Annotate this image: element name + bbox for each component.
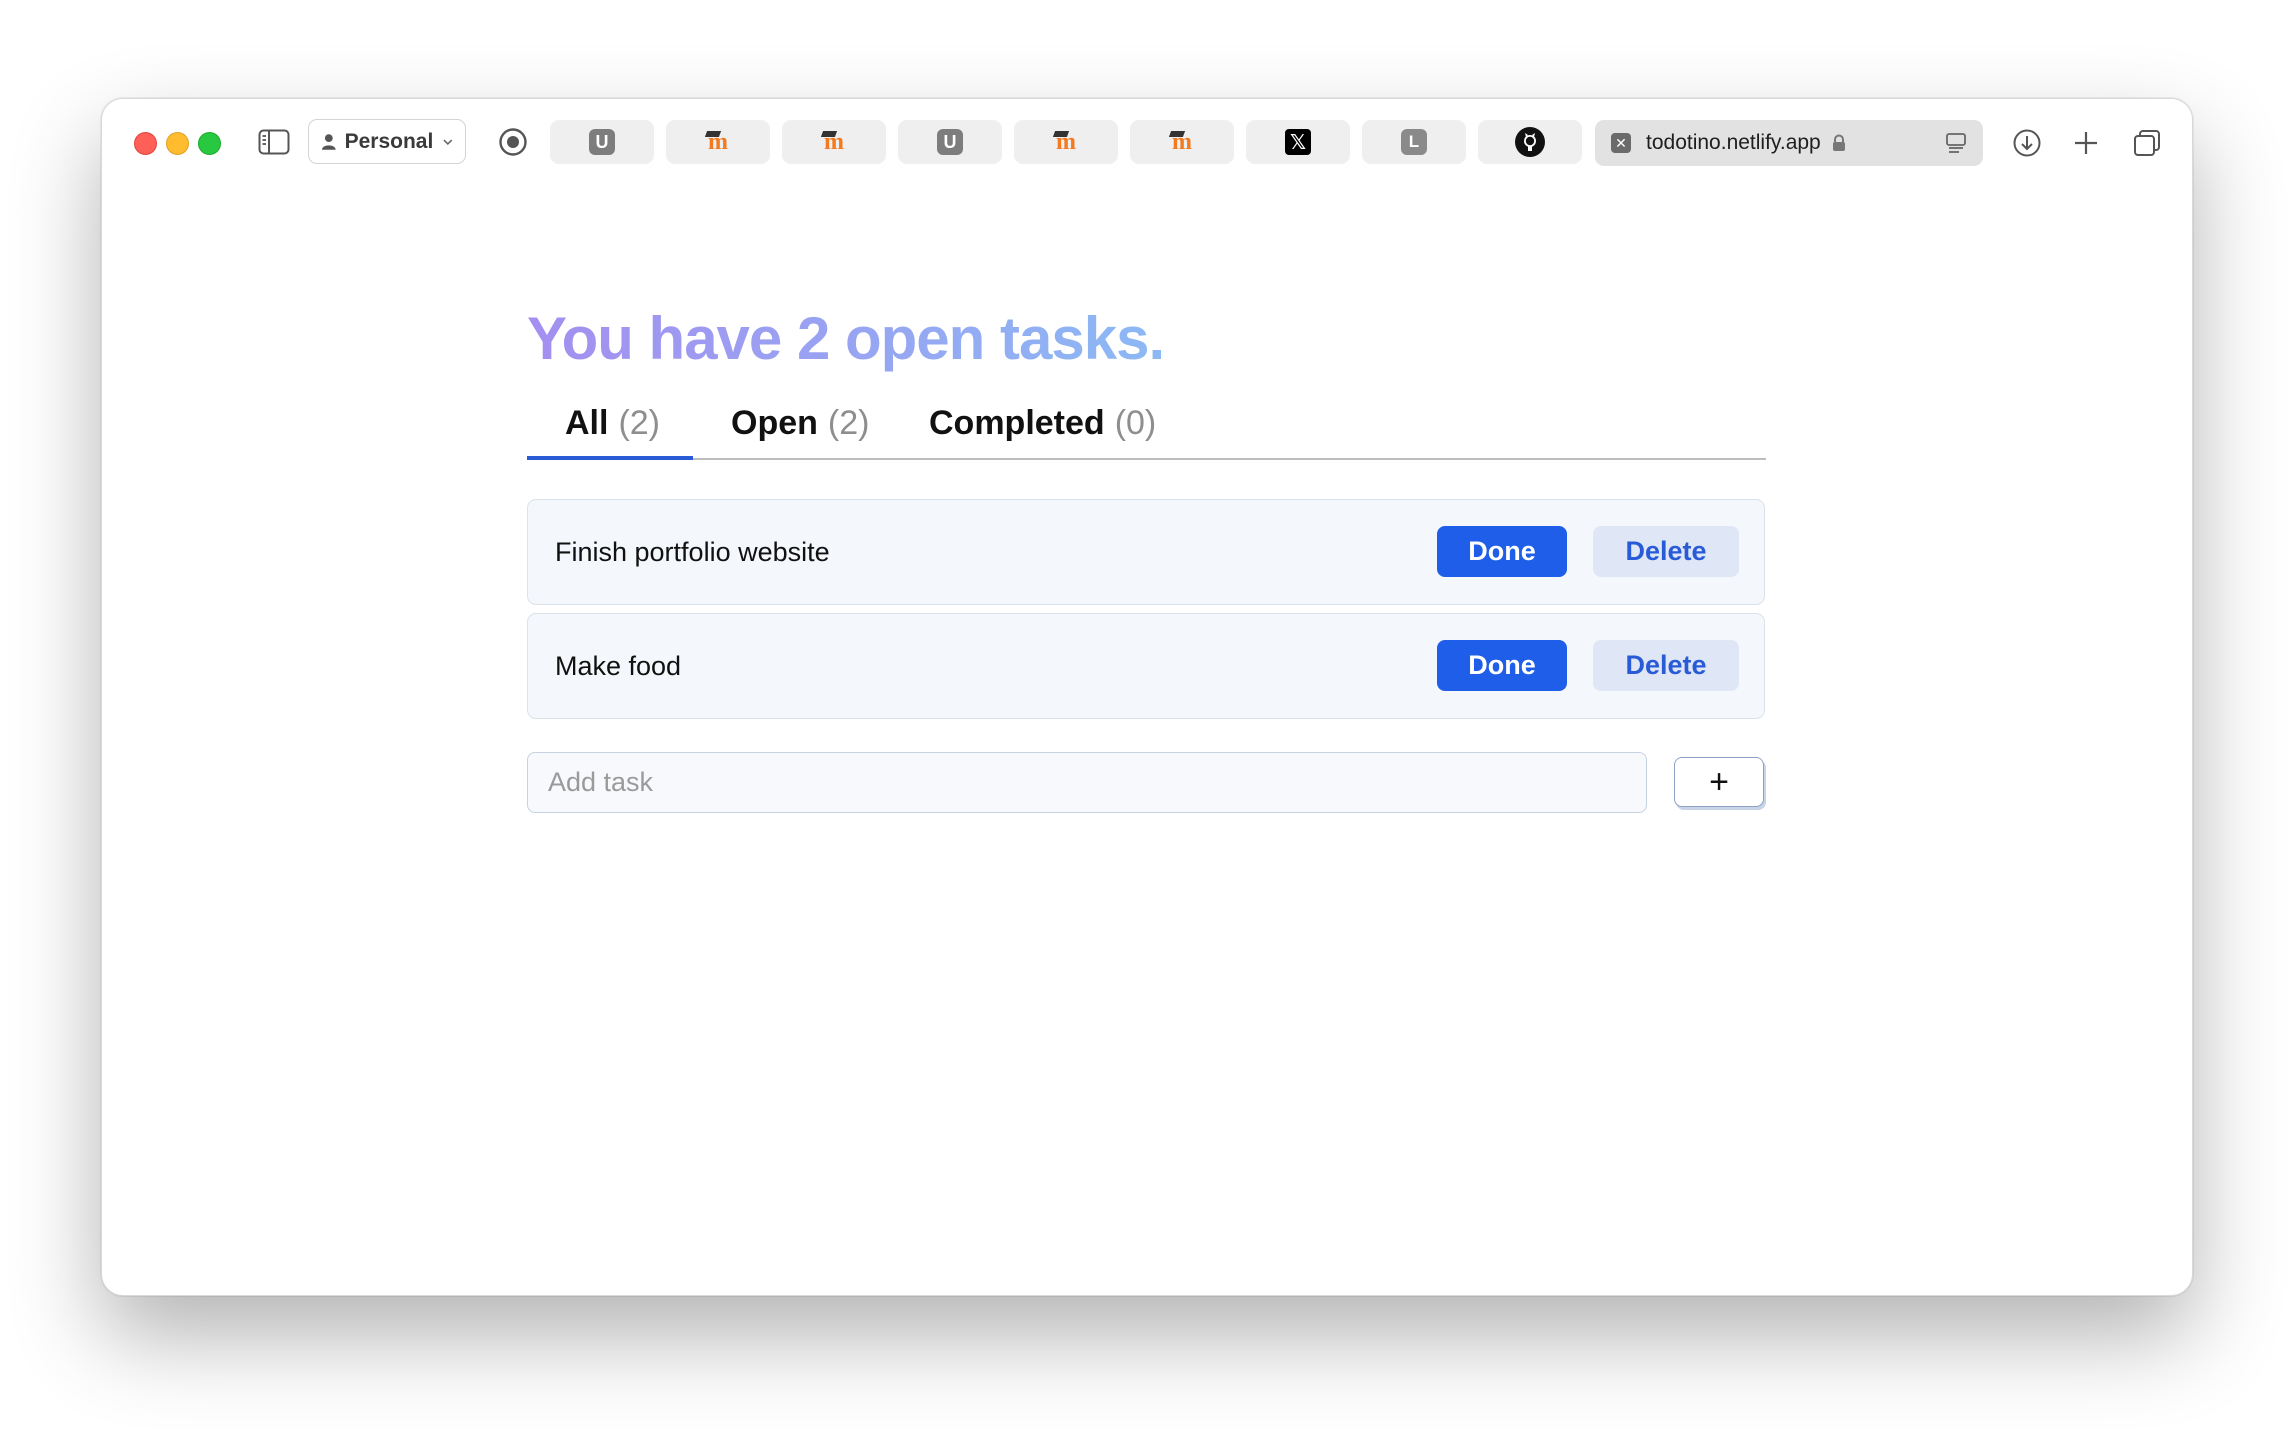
task-item: Make food Done Delete [527,613,1765,719]
page-title: You have 2 open tasks. [527,305,1165,372]
moodle-favicon-icon: m [824,128,844,155]
tab-all-count: (2) [618,404,661,442]
tab-completed[interactable]: Completed (0) [889,396,1169,460]
delete-button[interactable]: Delete [1593,640,1739,691]
zoom-window-button[interactable] [198,132,221,155]
active-tab-address[interactable]: ✕ todotino.netlify.app [1595,120,1983,166]
tab-completed-label: Completed [929,404,1105,442]
reader-mode-icon[interactable] [1945,132,1967,154]
tab-u-1[interactable]: U [550,120,654,164]
tab-github[interactable] [1478,120,1582,164]
task-title: Finish portfolio website [555,536,830,567]
url-text: todotino.netlify.app [1646,131,1821,154]
tab-all-label: All [565,404,609,442]
done-button[interactable]: Done [1437,526,1567,577]
page-content: You have 2 open tasks. All (2) Open (2) Co… [102,189,2192,1295]
task-item: Finish portfolio website Done Delete [527,499,1765,605]
tab-moodle-1[interactable]: m [666,120,770,164]
tab-moodle-2[interactable]: m [782,120,886,164]
tab-open-label: Open [731,404,818,442]
browser-toolbar: Personal U m m U m m 𝕏 L ✕ todotino.netl… [102,99,2192,189]
tab-u-2[interactable]: U [898,120,1002,164]
new-tab-icon[interactable] [2070,127,2102,159]
close-tab-icon[interactable]: ✕ [1611,133,1631,153]
person-icon [321,133,336,150]
moodle-favicon-icon: m [1172,128,1192,155]
download-icon[interactable] [2011,127,2043,159]
minimize-window-button[interactable] [166,132,189,155]
profile-button[interactable]: Personal [308,119,466,164]
tab-l[interactable]: L [1362,120,1466,164]
moodle-favicon-icon: m [1056,128,1076,155]
task-title: Make food [555,650,682,681]
delete-button[interactable]: Delete [1593,526,1739,577]
tab-open[interactable]: Open (2) [693,396,889,460]
lock-icon [1832,134,1845,151]
tab-moodle-4[interactable]: m [1130,120,1234,164]
profile-label: Personal [344,129,434,153]
done-button[interactable]: Done [1437,640,1567,691]
github-icon [1515,127,1545,157]
add-task-button[interactable]: + [1674,757,1764,807]
u-favicon-icon: U [589,129,615,155]
tab-all[interactable]: All (2) [527,396,693,460]
tab-open-count: (2) [827,404,870,442]
tab-x[interactable]: 𝕏 [1246,120,1350,164]
browser-window: Personal U m m U m m 𝕏 L ✕ todotino.netl… [101,98,2193,1296]
tab-moodle-3[interactable]: m [1014,120,1118,164]
sidebar-toggle-icon[interactable] [258,129,290,155]
add-task-input[interactable] [527,752,1647,813]
filter-tabs: All (2) Open (2) Completed (0) [527,396,1766,460]
l-favicon-icon: L [1401,129,1427,155]
chevron-down-icon [443,138,453,145]
media-indicator-icon[interactable] [497,126,529,158]
tab-overview-icon[interactable] [2131,127,2163,159]
moodle-favicon-icon: m [708,128,728,155]
close-window-button[interactable] [134,132,157,155]
tab-completed-count: (0) [1114,404,1157,442]
u-favicon-icon: U [937,129,963,155]
x-favicon-icon: 𝕏 [1285,129,1311,155]
